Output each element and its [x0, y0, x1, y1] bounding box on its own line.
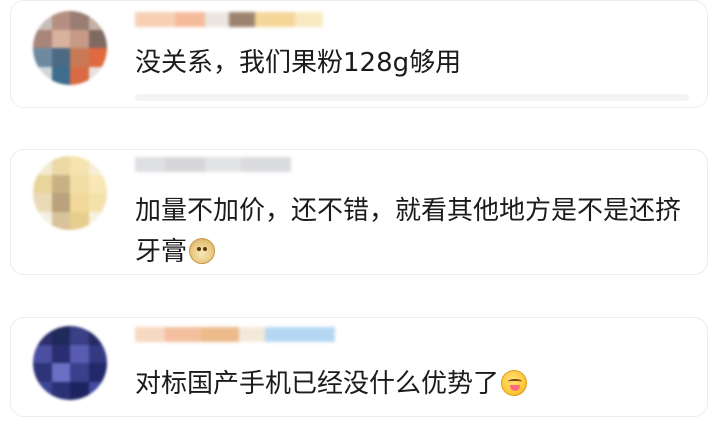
comment-meta-bar [135, 94, 689, 101]
yum-face-emoji-icon [501, 370, 528, 396]
username-blurred[interactable] [135, 157, 291, 172]
comment-card: 加量不加价，还不错，就看其他地方是不是还挤牙膏 [10, 149, 708, 275]
comment-body: 没关系，我们果粉128g够用 [135, 48, 462, 78]
doge-emoji-icon [189, 238, 216, 264]
comment-body: 对标国产手机已经没什么优势了 [135, 369, 500, 399]
avatar[interactable] [33, 11, 107, 85]
comment-text: 加量不加价，还不错，就看其他地方是不是还挤牙膏 [135, 191, 689, 273]
avatar[interactable] [33, 326, 107, 400]
comment-body: 加量不加价，还不错，就看其他地方是不是还挤牙膏 [135, 196, 682, 267]
comment-text: 对标国产手机已经没什么优势了 [135, 364, 689, 405]
username-blurred[interactable] [135, 12, 323, 27]
comment-card: 没关系，我们果粉128g够用 [10, 0, 708, 108]
avatar[interactable] [33, 156, 107, 230]
username-blurred[interactable] [135, 327, 335, 342]
comment-text: 没关系，我们果粉128g够用 [135, 43, 689, 84]
comment-card: 对标国产手机已经没什么优势了 [10, 317, 708, 417]
